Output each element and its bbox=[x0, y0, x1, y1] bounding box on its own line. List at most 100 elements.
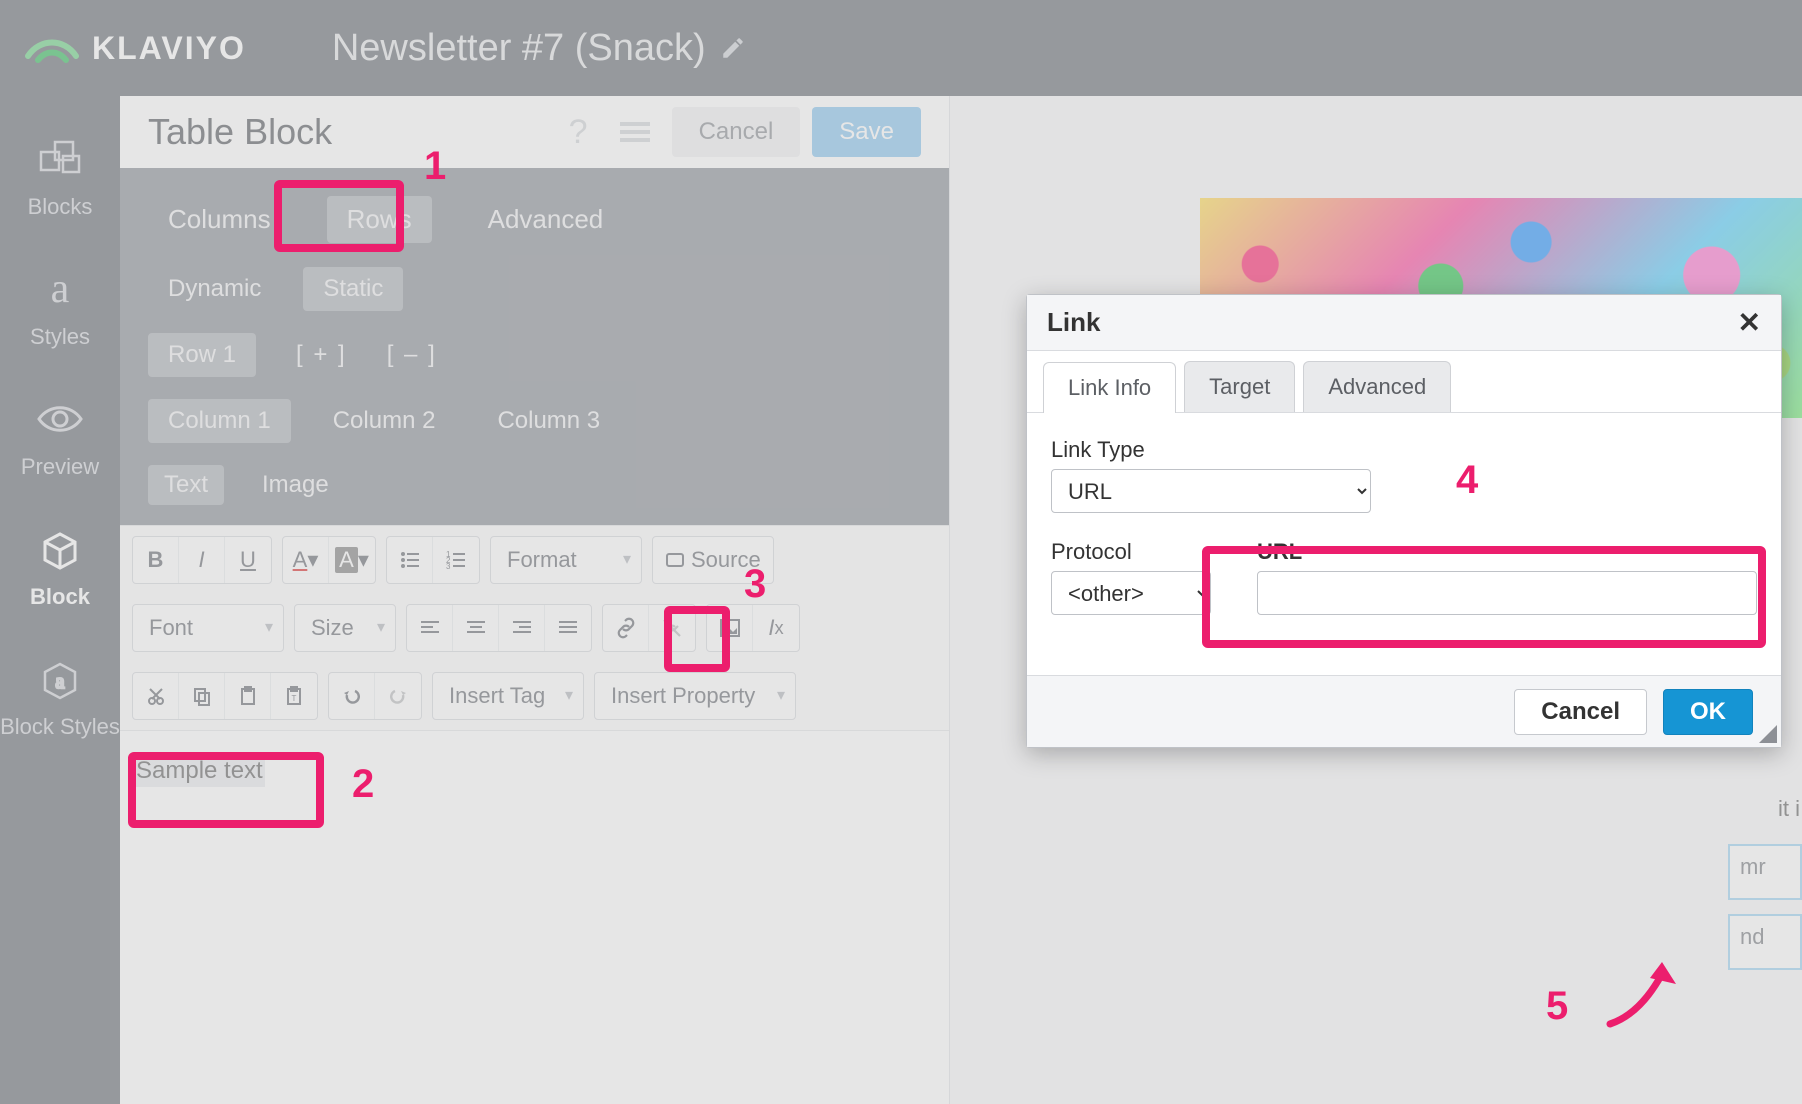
source-button[interactable]: Source bbox=[653, 537, 773, 583]
sidebar-item-styles[interactable]: a Styles bbox=[30, 262, 90, 350]
panel-title: Table Block bbox=[148, 111, 547, 153]
cancel-button[interactable]: Cancel bbox=[672, 107, 801, 157]
dialog-footer: Cancel OK bbox=[1027, 675, 1781, 747]
sidebar-item-preview[interactable]: Preview bbox=[21, 392, 99, 480]
tab-rows[interactable]: Rows bbox=[327, 196, 432, 243]
unlink-button[interactable] bbox=[649, 605, 695, 651]
format-select[interactable]: Format bbox=[491, 537, 641, 583]
url-input[interactable] bbox=[1257, 571, 1757, 615]
svg-text:3: 3 bbox=[446, 562, 451, 571]
dialog-tabs: Link Info Target Advanced bbox=[1027, 351, 1781, 413]
link-dialog: Link ✕ Link Info Target Advanced Link Ty… bbox=[1026, 294, 1782, 748]
paste-button[interactable] bbox=[225, 673, 271, 719]
remove-row-button[interactable]: [ – ] bbox=[387, 341, 437, 369]
align-center-button[interactable] bbox=[453, 605, 499, 651]
copy-button[interactable] bbox=[179, 673, 225, 719]
paste-text-button[interactable]: T bbox=[271, 673, 317, 719]
text-color-button[interactable]: A▾ bbox=[283, 537, 329, 583]
dialog-body: Link Type URL Protocol <other> URL bbox=[1027, 413, 1781, 675]
edit-title-icon[interactable] bbox=[720, 35, 746, 61]
resize-grip-icon[interactable] bbox=[1759, 725, 1777, 743]
insert-property-select[interactable]: Insert Property bbox=[595, 673, 795, 719]
link-type-select[interactable]: URL bbox=[1051, 469, 1371, 513]
sidebar: Blocks a Styles Preview Block bbox=[0, 96, 120, 1104]
column-1-chip[interactable]: Column 1 bbox=[148, 399, 291, 443]
dialog-ok-button[interactable]: OK bbox=[1663, 689, 1753, 735]
sidebar-item-block-styles[interactable]: a Block Styles bbox=[0, 652, 120, 740]
tab-text[interactable]: Text bbox=[148, 465, 224, 505]
topbar: KLAVIYO Newsletter #7 (Snack) bbox=[0, 0, 1802, 96]
row-selector: Row 1 [ + ] [ – ] bbox=[148, 333, 921, 377]
link-type-label: Link Type bbox=[1051, 437, 1757, 463]
save-button[interactable]: Save bbox=[812, 107, 921, 157]
size-select[interactable]: Size bbox=[295, 605, 395, 651]
mode-tabs: Dynamic Static bbox=[148, 267, 921, 311]
align-justify-button[interactable] bbox=[545, 605, 591, 651]
dialog-tab-link-info[interactable]: Link Info bbox=[1043, 362, 1176, 413]
logo-icon bbox=[24, 32, 80, 64]
protocol-label: Protocol bbox=[1051, 539, 1211, 565]
sidebar-label: Block bbox=[30, 584, 90, 610]
underline-button[interactable]: U bbox=[225, 537, 271, 583]
align-left-button[interactable] bbox=[407, 605, 453, 651]
protocol-select[interactable]: <other> bbox=[1051, 571, 1211, 615]
brand-name: KLAVIYO bbox=[92, 30, 246, 67]
sidebar-label: Blocks bbox=[28, 194, 93, 220]
italic-button[interactable]: I bbox=[179, 537, 225, 583]
dialog-tab-advanced[interactable]: Advanced bbox=[1303, 361, 1451, 412]
help-icon[interactable]: ? bbox=[559, 113, 598, 152]
svg-text:a: a bbox=[51, 266, 70, 312]
dialog-close-button[interactable]: ✕ bbox=[1738, 306, 1761, 339]
svg-text:a: a bbox=[56, 671, 65, 693]
preview-icon bbox=[33, 392, 87, 446]
tab-columns[interactable]: Columns bbox=[148, 196, 291, 243]
preview-column-box: mr bbox=[1728, 844, 1802, 900]
dialog-cancel-button[interactable]: Cancel bbox=[1514, 689, 1647, 735]
sidebar-label: Preview bbox=[21, 454, 99, 480]
column-selector: Column 1 Column 2 Column 3 bbox=[148, 399, 921, 443]
editor-canvas[interactable]: Sample text bbox=[120, 731, 949, 1104]
editor-header: Table Block ? Cancel Save bbox=[120, 96, 949, 168]
clear-format-button[interactable]: Ix bbox=[753, 605, 799, 651]
structure-panel: Columns Rows Advanced Dynamic Static Row… bbox=[120, 168, 949, 525]
block-styles-icon: a bbox=[33, 652, 87, 706]
svg-text:T: T bbox=[292, 694, 297, 703]
sample-text[interactable]: Sample text bbox=[134, 755, 265, 787]
dialog-titlebar[interactable]: Link ✕ bbox=[1027, 295, 1781, 351]
column-3-chip[interactable]: Column 3 bbox=[477, 399, 620, 443]
cut-button[interactable] bbox=[133, 673, 179, 719]
tab-static[interactable]: Static bbox=[303, 267, 403, 311]
url-label: URL bbox=[1257, 539, 1757, 565]
sidebar-label: Styles bbox=[30, 324, 90, 350]
column-2-chip[interactable]: Column 2 bbox=[313, 399, 456, 443]
structure-tabs: Columns Rows Advanced bbox=[148, 196, 921, 243]
undo-button[interactable] bbox=[329, 673, 375, 719]
sidebar-item-blocks[interactable]: Blocks bbox=[28, 132, 93, 220]
dialog-title: Link bbox=[1047, 307, 1100, 338]
number-list-button[interactable]: 123 bbox=[433, 537, 479, 583]
add-row-button[interactable]: [ + ] bbox=[296, 341, 347, 369]
tab-image[interactable]: Image bbox=[246, 465, 345, 505]
sidebar-item-block[interactable]: Block bbox=[30, 522, 90, 610]
font-select[interactable]: Font bbox=[133, 605, 283, 651]
menu-icon[interactable] bbox=[610, 120, 660, 144]
link-button[interactable] bbox=[603, 605, 649, 651]
content-type-tabs: Text Image bbox=[148, 465, 921, 505]
align-right-button[interactable] bbox=[499, 605, 545, 651]
preview-fragment: it i bbox=[1778, 796, 1800, 822]
preview-column-box: nd bbox=[1728, 914, 1802, 970]
document-title[interactable]: Newsletter #7 (Snack) bbox=[332, 27, 746, 70]
tab-dynamic[interactable]: Dynamic bbox=[148, 267, 281, 311]
image-button[interactable] bbox=[707, 605, 753, 651]
redo-button[interactable] bbox=[375, 673, 421, 719]
tab-advanced[interactable]: Advanced bbox=[468, 196, 624, 243]
bg-color-button[interactable]: A▾ bbox=[329, 537, 375, 583]
bullet-list-button[interactable] bbox=[387, 537, 433, 583]
block-icon bbox=[33, 522, 87, 576]
rich-text-toolbar: B I U A▾ A▾ 123 Format Source bbox=[120, 525, 949, 731]
bold-button[interactable]: B bbox=[133, 537, 179, 583]
sidebar-label: Block Styles bbox=[0, 714, 120, 740]
dialog-tab-target[interactable]: Target bbox=[1184, 361, 1295, 412]
insert-tag-select[interactable]: Insert Tag bbox=[433, 673, 583, 719]
row-1-chip[interactable]: Row 1 bbox=[148, 333, 256, 377]
